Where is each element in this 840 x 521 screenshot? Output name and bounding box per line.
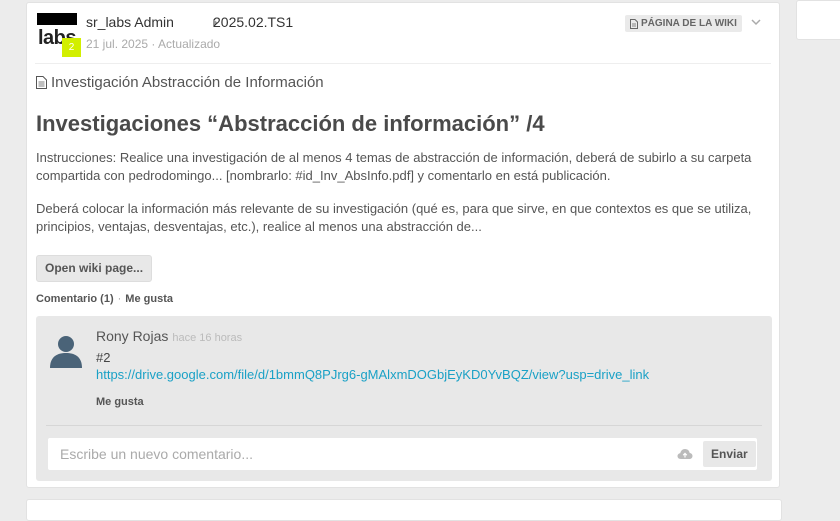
wiki-page-badge: PÁGINA DE LA WIKI	[625, 15, 742, 32]
comment-text: #2	[96, 350, 111, 365]
new-comment-input[interactable]	[48, 438, 757, 470]
post-group[interactable]: 2025.02.TS1	[198, 14, 293, 30]
open-wiki-button[interactable]: Open wiki page...	[36, 255, 153, 282]
wiki-doc-link[interactable]: Investigación Abstracción de Información	[36, 74, 324, 91]
post-title: Investigaciones “Abstracción de informac…	[36, 111, 545, 136]
avatar-badge: 2	[62, 38, 81, 57]
post-paragraph-1: Instrucciones: Realice una investigación…	[36, 150, 752, 183]
post-meta: 21 jul. 2025 · Actualizado	[86, 37, 221, 51]
send-comment-button[interactable]: Enviar	[703, 441, 756, 467]
comment-like-link[interactable]: Me gusta	[96, 396, 144, 408]
document-icon	[36, 76, 47, 89]
like-post-link[interactable]: Me gusta	[125, 293, 173, 305]
wiki-page-badge-label: PÁGINA DE LA WIKI	[641, 18, 737, 29]
avatar-logo-bar	[37, 13, 77, 25]
document-icon	[630, 18, 638, 29]
user-avatar-icon[interactable]	[48, 332, 84, 368]
post-actions: Comentario (1) · Me gusta	[36, 293, 173, 305]
comment-time: hace 16 horas	[172, 332, 243, 344]
comments-divider	[46, 425, 762, 426]
actions-separator: ·	[117, 293, 122, 305]
header-divider	[35, 63, 771, 64]
comment-count-link[interactable]: Comentario (1)	[36, 293, 114, 305]
next-post-card	[26, 499, 782, 521]
post-paragraph-2: Deberá colocar la información más releva…	[36, 201, 752, 234]
chevron-down-icon[interactable]	[751, 17, 761, 29]
post-group-label[interactable]: 2025.02.TS1	[213, 14, 293, 30]
post-author[interactable]: sr_labs Admin	[86, 14, 174, 30]
comment-author-line: Rony Rojas hace 16 horas	[96, 328, 242, 344]
cloud-upload-icon[interactable]	[677, 447, 693, 465]
side-panel-card	[796, 0, 840, 40]
comment-author[interactable]: Rony Rojas	[96, 328, 168, 344]
wiki-doc-title[interactable]: Investigación Abstracción de Información	[51, 74, 324, 91]
comment-link[interactable]: https://drive.google.com/file/d/1bmmQ8PJ…	[96, 367, 649, 382]
comments-section: Rony Rojas hace 16 horas #2 https://drive…	[36, 316, 772, 481]
post-card: labs 2 sr_labs Admin 2025.02.TS1 21 jul.…	[26, 2, 780, 488]
